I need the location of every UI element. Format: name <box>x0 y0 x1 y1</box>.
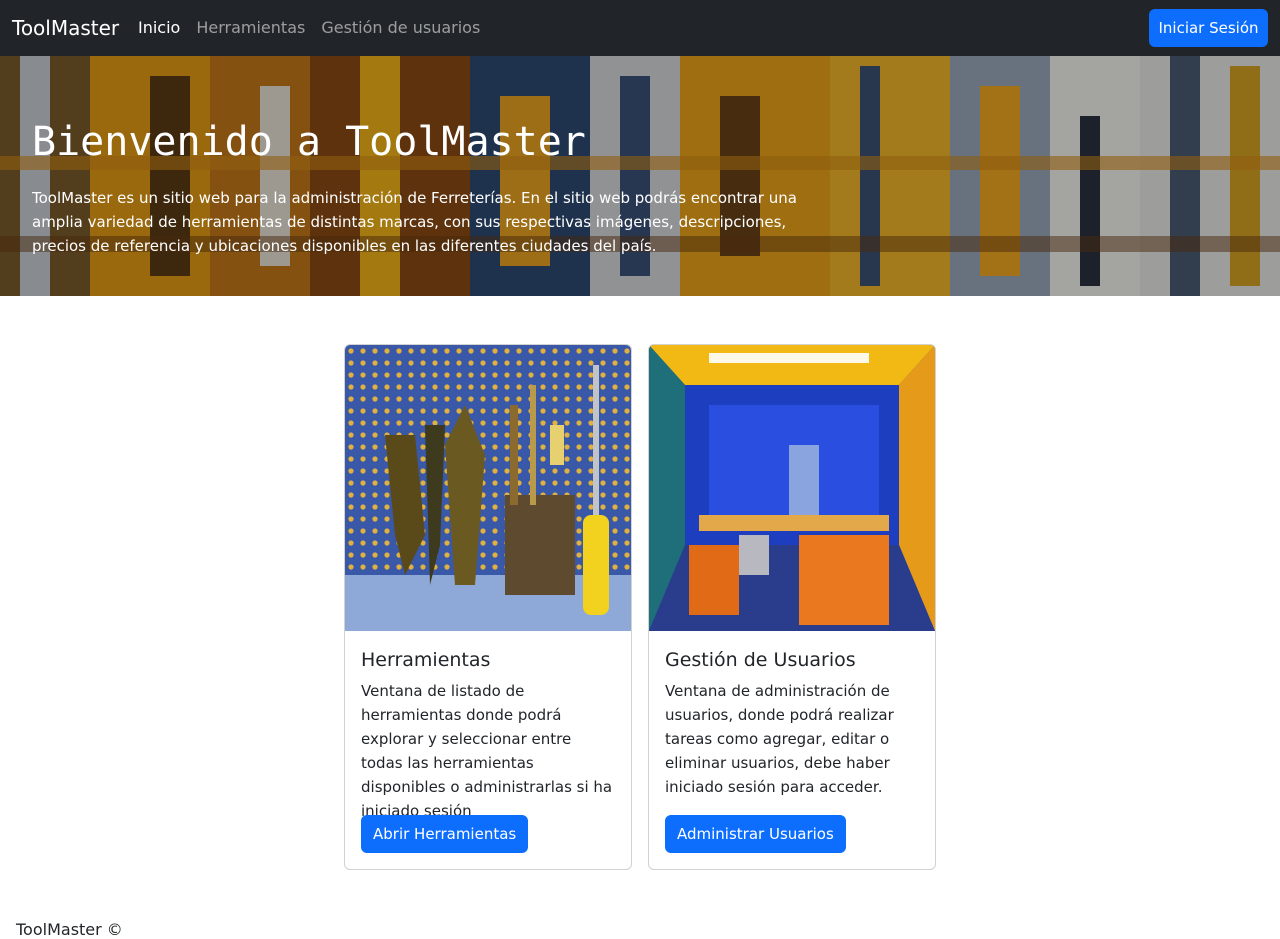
hero-title: Bienvenido a ToolMaster <box>32 119 586 165</box>
footer-text: ToolMaster © <box>16 920 123 939</box>
card-title: Herramientas <box>361 649 491 671</box>
nav-link-inicio[interactable]: Inicio <box>130 16 188 40</box>
nav-link-gestion-usuarios[interactable]: Gestión de usuarios <box>313 16 488 40</box>
office-image <box>649 345 935 631</box>
hero-overlay <box>0 56 1280 296</box>
manage-users-button[interactable]: Administrar Usuarios <box>665 815 846 853</box>
card-herramientas: Herramientas Ventana de listado de herra… <box>344 344 632 870</box>
nav-links: Inicio Herramientas Gestión de usuarios <box>130 16 488 40</box>
hero-description: ToolMaster es un sitio web para la admin… <box>32 189 797 255</box>
hero-banner: Bienvenido a ToolMaster ToolMaster es un… <box>0 56 1280 296</box>
login-button[interactable]: Iniciar Sesión <box>1149 9 1268 47</box>
navbar: ToolMaster Inicio Herramientas Gestión d… <box>0 0 1280 56</box>
nav-link-herramientas[interactable]: Herramientas <box>188 16 313 40</box>
card-description: Ventana de listado de herramientas donde… <box>361 682 613 820</box>
brand-logo[interactable]: ToolMaster <box>12 14 119 42</box>
card-gestion-usuarios: Gestión de Usuarios Ventana de administr… <box>648 344 936 870</box>
open-tools-button[interactable]: Abrir Herramientas <box>361 815 529 853</box>
card-title: Gestión de Usuarios <box>665 649 856 671</box>
card-description: Ventana de administración de usuarios, d… <box>665 682 894 796</box>
tools-image <box>345 345 631 631</box>
